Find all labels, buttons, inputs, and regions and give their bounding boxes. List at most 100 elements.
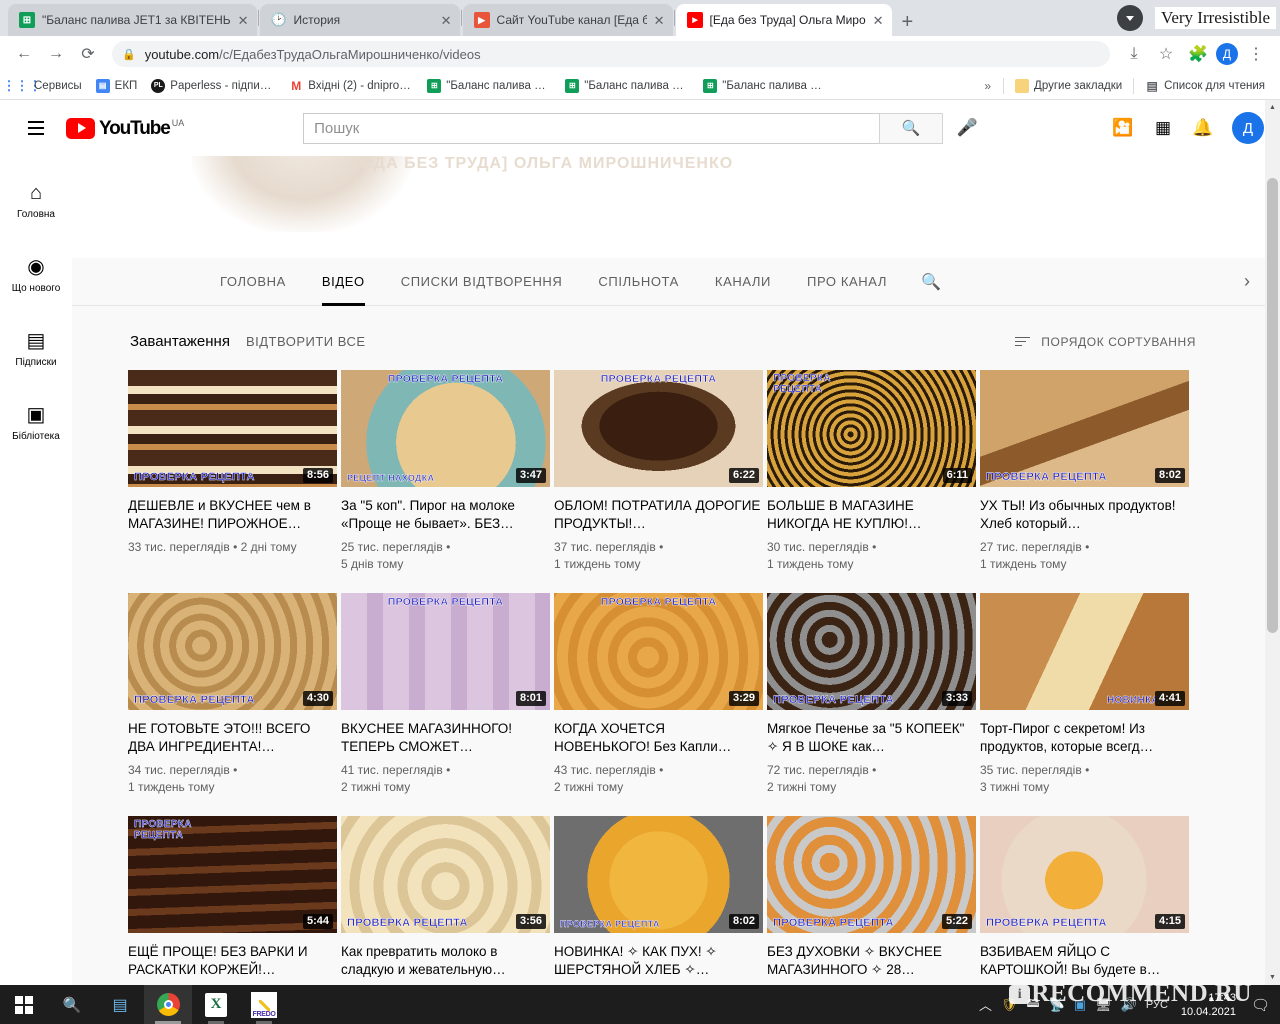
- tab-playlists[interactable]: СПИСКИ ВІДТВОРЕННЯ: [383, 258, 581, 306]
- address-bar[interactable]: 🔒 youtube.com/c/ЕдабезТрудаОльгаМирошнич…: [112, 41, 1110, 67]
- bookmark-paperless[interactable]: PL Paperless - підписа...: [145, 76, 281, 96]
- bookmark-other-folder[interactable]: Другие закладки: [1009, 76, 1128, 96]
- video-card[interactable]: ПРОВЕРКА РЕЦЕПТА 8:02 НОВИНКА! ✧ КАК ПУХ…: [554, 816, 763, 985]
- browser-tab-4-active[interactable]: [Еда без Труда] Ольга Мирошни ✕: [675, 4, 892, 36]
- taskbar-app-fredo[interactable]: FREDO: [240, 985, 288, 1024]
- video-thumbnail[interactable]: ПРОВЕРКА РЕЦЕПТА 3:33: [767, 593, 976, 710]
- page-scrollbar[interactable]: ▲ ▼: [1265, 100, 1280, 985]
- video-card[interactable]: ПРОВЕРКА РЕЦЕПТА 8:01 ВКУСНЕЕ МАГАЗИННОГ…: [341, 593, 550, 796]
- video-title[interactable]: ЕЩЁ ПРОЩЕ! БЕЗ ВАРКИ И РАСКАТКИ КОРЖЕЙ!…: [128, 943, 337, 979]
- volume-icon[interactable]: 🔊: [1121, 997, 1137, 1013]
- video-thumbnail[interactable]: ПРОВЕРКА РЕЦЕПТА 6:11: [767, 370, 976, 487]
- sort-order-button[interactable]: ПОРЯДОК СОРТУВАННЯ: [1015, 335, 1196, 349]
- chevron-up-icon[interactable]: ︿: [979, 995, 992, 1014]
- tab-home[interactable]: ГОЛОВНА: [202, 258, 304, 306]
- video-thumbnail[interactable]: ПРОВЕРКА РЕЦЕПТА 8:02: [554, 816, 763, 933]
- install-app-icon[interactable]: ⤓: [1120, 40, 1148, 68]
- sidebar-item-library[interactable]: ▣ Бібліотека: [0, 386, 72, 460]
- video-card[interactable]: ПРОВЕРКА РЕЦЕПТА 3:29 КОГДА ХОЧЕТСЯ НОВЕ…: [554, 593, 763, 796]
- network-monitor-icon[interactable]: 🖥: [1095, 997, 1112, 1013]
- video-card[interactable]: ПРОВЕРКА РЕЦЕПТА 4:30 НЕ ГОТОВЬТЕ ЭТО!!!…: [128, 593, 337, 796]
- sidebar-item-home[interactable]: ⌂ Головна: [0, 164, 72, 238]
- video-title[interactable]: УХ ТЫ! Из обычных продуктов! Хлеб которы…: [980, 497, 1189, 533]
- video-title[interactable]: БЕЗ ДУХОВКИ ✧ ВКУСНЕЕ МАГАЗИННОГО ✧ 28…: [767, 943, 976, 979]
- video-card[interactable]: ПРОВЕРКА РЕЦЕПТА 3:56 Как превратить мол…: [341, 816, 550, 985]
- bookmark-star-icon[interactable]: ☆: [1152, 40, 1180, 68]
- close-icon[interactable]: ✕: [873, 14, 884, 27]
- video-thumbnail[interactable]: НОВИНКА 4:41: [980, 593, 1189, 710]
- video-thumbnail[interactable]: ПРОВЕРКА РЕЦЕПТА 4:15: [980, 816, 1189, 933]
- video-thumbnail[interactable]: ПРОВЕРКА РЕЦЕПТА 8:01: [341, 593, 550, 710]
- youtube-apps-icon[interactable]: ▦: [1146, 111, 1180, 145]
- back-icon[interactable]: ←: [10, 40, 38, 68]
- video-card[interactable]: ПРОВЕРКА РЕЦЕПТА 6:22 ОБЛОМ! ПОТРАТИЛА Д…: [554, 370, 763, 573]
- chevron-right-icon[interactable]: ›: [1244, 271, 1250, 292]
- video-title[interactable]: За "5 коп". Пирог на молоке «Проще не бы…: [341, 497, 550, 533]
- tab-videos[interactable]: ВІДЕО: [304, 258, 383, 306]
- clock[interactable]: 17:43 10.04.2021: [1181, 991, 1236, 1019]
- bookmark-gmail[interactable]: M Вхідні (2) - dniproa...: [283, 76, 419, 96]
- bell-icon[interactable]: 🔔: [1186, 111, 1220, 145]
- forward-icon[interactable]: →: [42, 40, 70, 68]
- reload-icon[interactable]: ⟳: [74, 40, 102, 68]
- play-all-button[interactable]: ВІДТВОРИТИ ВСЕ: [246, 334, 366, 349]
- tab-channels[interactable]: КАНАЛИ: [697, 258, 789, 306]
- usb-safe-remove-icon[interactable]: 🖴: [1027, 994, 1040, 1016]
- bookmark-sheets-rt[interactable]: ⊞ "Баланс палива РТ...: [421, 76, 557, 96]
- language-indicator[interactable]: РУС: [1146, 999, 1168, 1011]
- video-title[interactable]: НОВИНКА! ✧ КАК ПУХ! ✧ ШЕРСТЯНОЙ ХЛЕБ ✧…: [554, 943, 763, 979]
- windows-start-icon[interactable]: [0, 985, 48, 1024]
- search-box[interactable]: Пошук 🔍: [303, 112, 944, 144]
- video-card[interactable]: НОВИНКА 4:41 Торт-Пирог с секретом! Из п…: [980, 593, 1189, 796]
- chrome-menu-icon[interactable]: ⋮: [1242, 40, 1270, 68]
- video-card[interactable]: ПРОВЕРКА РЕЦЕПТА 5:22 БЕЗ ДУХОВКИ ✧ ВКУС…: [767, 816, 976, 985]
- video-thumbnail[interactable]: ПРОВЕРКА РЕЦЕПТА 8:56: [128, 370, 337, 487]
- video-title[interactable]: Как превратить молоко в сладкую и жевате…: [341, 943, 550, 979]
- tab-community[interactable]: СПІЛЬНОТА: [580, 258, 697, 306]
- task-view-icon[interactable]: ▤: [96, 985, 144, 1024]
- taskbar-app-excel[interactable]: X: [192, 985, 240, 1024]
- tab-about[interactable]: ПРО КАНАЛ: [789, 258, 905, 306]
- video-title[interactable]: КОГДА ХОЧЕТСЯ НОВЕНЬКОГО! Без Капли…: [554, 720, 763, 756]
- close-icon[interactable]: ✕: [441, 14, 452, 27]
- close-icon[interactable]: ✕: [238, 14, 249, 27]
- scroll-down-arrow-icon[interactable]: ▼: [1265, 970, 1280, 985]
- taskbar-app-chrome[interactable]: [144, 985, 192, 1024]
- reading-list-button[interactable]: ▤ Список для чтения: [1139, 76, 1271, 96]
- video-title[interactable]: ВКУСНЕЕ МАГАЗИННОГО! ТЕПЕРЬ СМОЖЕТ…: [341, 720, 550, 756]
- video-title[interactable]: БОЛЬШЕ В МАГАЗИНЕ НИКОГДА НЕ КУПЛЮ!…: [767, 497, 976, 533]
- video-title[interactable]: ВЗБИВАЕМ ЯЙЦО С КАРТОШКОЙ! Вы будете в…: [980, 943, 1189, 979]
- video-card[interactable]: ПРОВЕРКА РЕЦЕПТА 8:02 УХ ТЫ! Из обычных …: [980, 370, 1189, 573]
- action-center-icon[interactable]: 🗨: [1251, 996, 1270, 1014]
- scrollbar-thumb[interactable]: [1267, 178, 1278, 633]
- app-blue-icon[interactable]: ▣: [1074, 997, 1086, 1013]
- search-icon[interactable]: 🔍: [48, 985, 96, 1024]
- close-icon[interactable]: ✕: [654, 14, 665, 27]
- microphone-icon[interactable]: 🎤: [947, 108, 987, 148]
- search-icon[interactable]: 🔍: [879, 112, 944, 144]
- video-title[interactable]: ДЕШЕВЛЕ и ВКУСНЕЕ чем в МАГАЗИНЕ! ПИРОЖН…: [128, 497, 337, 533]
- avatar[interactable]: Д: [1232, 112, 1264, 144]
- video-title[interactable]: НЕ ГОТОВЬТЕ ЭТО!!! ВСЕГО ДВА ИНГРЕДИЕНТА…: [128, 720, 337, 756]
- bookmark-sheets-jet-2[interactable]: ⊞ "Баланс палива JET...: [697, 76, 833, 96]
- video-title[interactable]: Торт-Пирог с секретом! Из продуктов, кот…: [980, 720, 1189, 756]
- hamburger-icon[interactable]: [16, 108, 56, 148]
- bookmark-sheets-jet-1[interactable]: ⊞ "Баланс палива JET...: [559, 76, 695, 96]
- bookmarks-overflow-icon[interactable]: »: [977, 79, 998, 93]
- create-video-icon[interactable]: 🎦: [1106, 111, 1140, 145]
- browser-tab-3[interactable]: ▶ Сайт YouTube канал [Еда без тру ✕: [462, 4, 673, 36]
- network-dish-icon[interactable]: 📡: [1049, 997, 1065, 1013]
- video-thumbnail[interactable]: ПРОВЕРКА РЕЦЕПТА 5:22: [767, 816, 976, 933]
- browser-tab-1[interactable]: ⊞ "Баланс палива JET1 за КВІТЕНЬ ✕: [8, 4, 257, 36]
- profile-avatar[interactable]: Д: [1216, 43, 1238, 65]
- video-thumbnail[interactable]: ПРОВЕРКА РЕЦЕПТА 5:44: [128, 816, 337, 933]
- sidebar-item-explore[interactable]: ◉ Що нового: [0, 238, 72, 312]
- scroll-up-arrow-icon[interactable]: ▲: [1265, 100, 1280, 115]
- video-title[interactable]: ОБЛОМ! ПОТРАТИЛА ДОРОГИЕ ПРОДУКТЫ!…: [554, 497, 763, 533]
- video-card[interactable]: ПРОВЕРКА РЕЦЕПТА 5:44 ЕЩЁ ПРОЩЕ! БЕЗ ВАР…: [128, 816, 337, 985]
- search-input[interactable]: Пошук: [303, 112, 880, 144]
- bookmark-ekp[interactable]: ▤ ЕКП: [90, 76, 144, 96]
- video-card[interactable]: ПРОВЕРКА РЕЦЕПТА 4:15 ВЗБИВАЕМ ЯЙЦО С КА…: [980, 816, 1189, 985]
- video-card[interactable]: ПРОВЕРКА РЕЦЕПТА 3:33 Мягкое Печенье за …: [767, 593, 976, 796]
- browser-tab-2[interactable]: 🕑 История ✕: [259, 4, 460, 36]
